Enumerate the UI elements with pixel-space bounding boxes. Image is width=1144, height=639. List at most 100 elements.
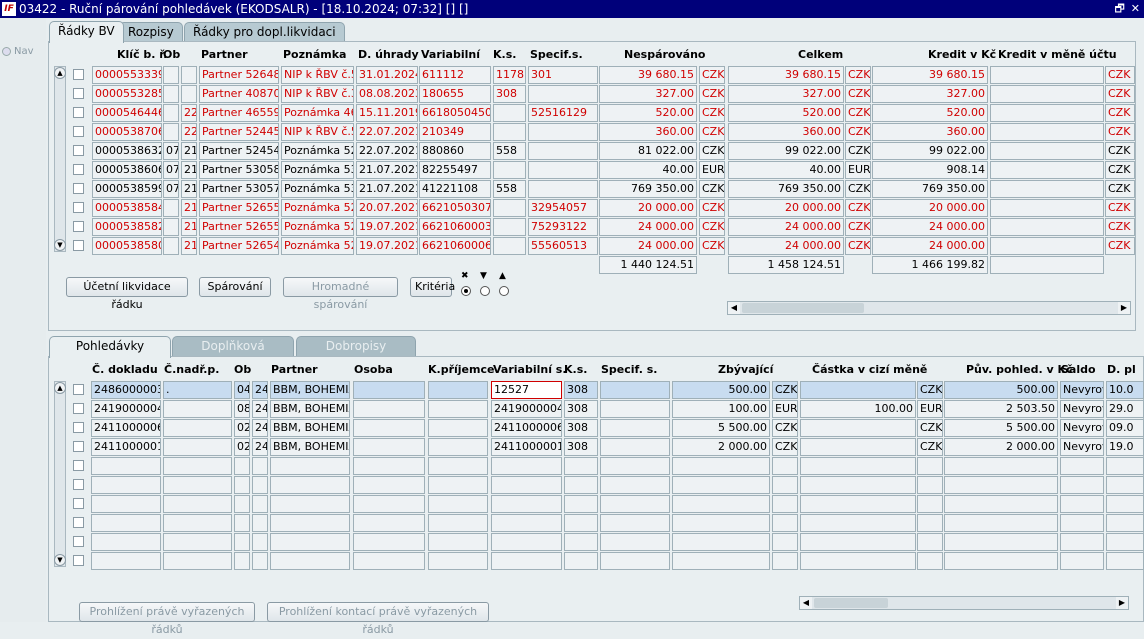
zbyvajici-cell[interactable]: 5 500.00 (672, 419, 770, 437)
osoba-cell[interactable] (353, 381, 425, 399)
currency-cell[interactable]: CZK (772, 438, 798, 456)
row-checkbox[interactable] (73, 107, 84, 118)
tab-doplnkova-likvidace[interactable]: Doplňková likvidace (172, 336, 294, 372)
currency-cell[interactable]: EUR (845, 161, 871, 179)
nesparovano-cell[interactable]: 81 022.00 (599, 142, 697, 160)
doklad-cell[interactable] (91, 476, 161, 494)
ob1-cell[interactable]: 07 (163, 180, 179, 198)
nesparovano-cell[interactable]: 24 000.00 (599, 237, 697, 255)
nesparovano-cell[interactable]: 39 680.15 (599, 66, 697, 84)
ob2-cell[interactable] (252, 457, 268, 475)
variabilni-cell[interactable]: 12527 (491, 381, 562, 399)
ob2-cell[interactable]: 24 (252, 438, 268, 456)
bottom-horizontal-scrollbar[interactable]: ◀ ▶ (799, 596, 1129, 610)
partner-cell[interactable]: Partner 524455 (199, 123, 279, 141)
currency-cell[interactable]: CZK (917, 381, 943, 399)
ob2-cell[interactable] (252, 476, 268, 494)
doklad-cell[interactable]: 2486000003 (91, 381, 161, 399)
currency-cell[interactable]: CZK (699, 199, 725, 217)
sort-none-radio[interactable] (461, 286, 471, 296)
currency-cell[interactable] (917, 514, 943, 532)
ks-cell[interactable] (493, 218, 526, 236)
variabilni-cell[interactable]: 82255497 (419, 161, 491, 179)
scroll-up-icon[interactable]: ▲ (54, 67, 66, 79)
poznamka-cell[interactable]: Poznámka 524 (281, 142, 354, 160)
partner-cell[interactable]: BBM, BOHEMIA (270, 381, 350, 399)
k-prijemce-cell[interactable] (428, 514, 488, 532)
celkem-cell[interactable]: 520.00 (728, 104, 844, 122)
nesparovano-cell[interactable]: 327.00 (599, 85, 697, 103)
nadr-cell[interactable] (163, 514, 232, 532)
klic-cell[interactable]: 0000546446 (92, 104, 162, 122)
datum-cell[interactable]: 21.07.2021 (356, 161, 418, 179)
ks-cell[interactable]: 558 (493, 180, 526, 198)
currency-cell[interactable]: CZK (699, 142, 725, 160)
currency-cell[interactable] (917, 533, 943, 551)
ob2-cell[interactable]: 21 (181, 161, 197, 179)
ks-cell[interactable]: 308 (564, 400, 598, 418)
ks-cell[interactable] (564, 514, 598, 532)
ob1-cell[interactable] (163, 237, 179, 255)
castka-cizi-cell[interactable] (800, 419, 916, 437)
puv-pohled-cell[interactable] (944, 495, 1058, 513)
datum-platby-cell[interactable]: 19.0 (1106, 438, 1144, 456)
ob1-cell[interactable]: 02 (234, 438, 250, 456)
currency-cell[interactable]: CZK (699, 123, 725, 141)
row-checkbox[interactable] (73, 479, 84, 490)
variabilni-cell[interactable]: 611112 (419, 66, 491, 84)
k-prijemce-cell[interactable] (428, 438, 488, 456)
k-prijemce-cell[interactable] (428, 552, 488, 570)
ks-cell[interactable]: 308 (493, 85, 526, 103)
poznamka-cell[interactable]: Poznámka 530 (281, 180, 354, 198)
saldo-cell[interactable]: Nevyrov (1060, 438, 1104, 456)
specif-cell[interactable] (600, 419, 670, 437)
saldo-cell[interactable]: Nevyrov (1060, 381, 1104, 399)
osoba-cell[interactable] (353, 514, 425, 532)
partner-cell[interactable]: Partner 408708 (199, 85, 279, 103)
datum-platby-cell[interactable] (1106, 533, 1144, 551)
k-prijemce-cell[interactable] (428, 476, 488, 494)
currency-cell[interactable]: CZK (845, 123, 871, 141)
puv-pohled-cell[interactable] (944, 533, 1058, 551)
nadr-cell[interactable] (163, 457, 232, 475)
partner-cell[interactable]: BBM, BOHEMIA (270, 438, 350, 456)
row-checkbox[interactable] (73, 498, 84, 509)
klic-cell[interactable]: 0000553339 (92, 66, 162, 84)
partner-cell[interactable]: Partner 530584 (199, 161, 279, 179)
kredit-mena-cell[interactable] (990, 218, 1104, 236)
nesparovano-cell[interactable]: 520.00 (599, 104, 697, 122)
kredit-mena-cell[interactable] (990, 85, 1104, 103)
currency-cell[interactable]: CZK (699, 66, 725, 84)
sparovani-button[interactable]: Spárování (199, 277, 271, 297)
row-checkbox[interactable] (73, 460, 84, 471)
ks-cell[interactable]: 308 (564, 419, 598, 437)
ob2-cell[interactable]: 22 (181, 104, 197, 122)
currency-cell[interactable]: CZK (845, 199, 871, 217)
klic-cell[interactable]: 0000538584 (92, 199, 162, 217)
ks-cell[interactable]: 1178 (493, 66, 526, 84)
k-prijemce-cell[interactable] (428, 457, 488, 475)
close-window-button[interactable]: ✕ (1131, 0, 1140, 18)
specif-cell[interactable] (600, 476, 670, 494)
ob2-cell[interactable]: 24 (252, 419, 268, 437)
kredit-mena-cell[interactable] (990, 161, 1104, 179)
specif-cell[interactable] (600, 552, 670, 570)
doklad-cell[interactable] (91, 457, 161, 475)
ks-cell[interactable] (564, 552, 598, 570)
puv-pohled-cell[interactable]: 500.00 (944, 381, 1058, 399)
celkem-cell[interactable]: 769 350.00 (728, 180, 844, 198)
currency-cell[interactable] (917, 476, 943, 494)
nadr-cell[interactable] (163, 552, 232, 570)
currency-cell[interactable]: CZK (1105, 104, 1135, 122)
castka-cizi-cell[interactable] (800, 552, 916, 570)
sort-asc-radio[interactable] (499, 286, 509, 296)
row-checkbox[interactable] (73, 221, 84, 232)
tab-rozpisy[interactable]: Rozpisy (119, 22, 183, 42)
zbyvajici-cell[interactable]: 2 000.00 (672, 438, 770, 456)
currency-cell[interactable]: CZK (845, 66, 871, 84)
doklad-cell[interactable]: 2411000006 (91, 419, 161, 437)
partner-cell[interactable] (270, 495, 350, 513)
bottom-vertical-scrollbar[interactable]: ▲ ▼ (54, 381, 66, 567)
row-checkbox[interactable] (73, 183, 84, 194)
datum-platby-cell[interactable]: 29.0 (1106, 400, 1144, 418)
